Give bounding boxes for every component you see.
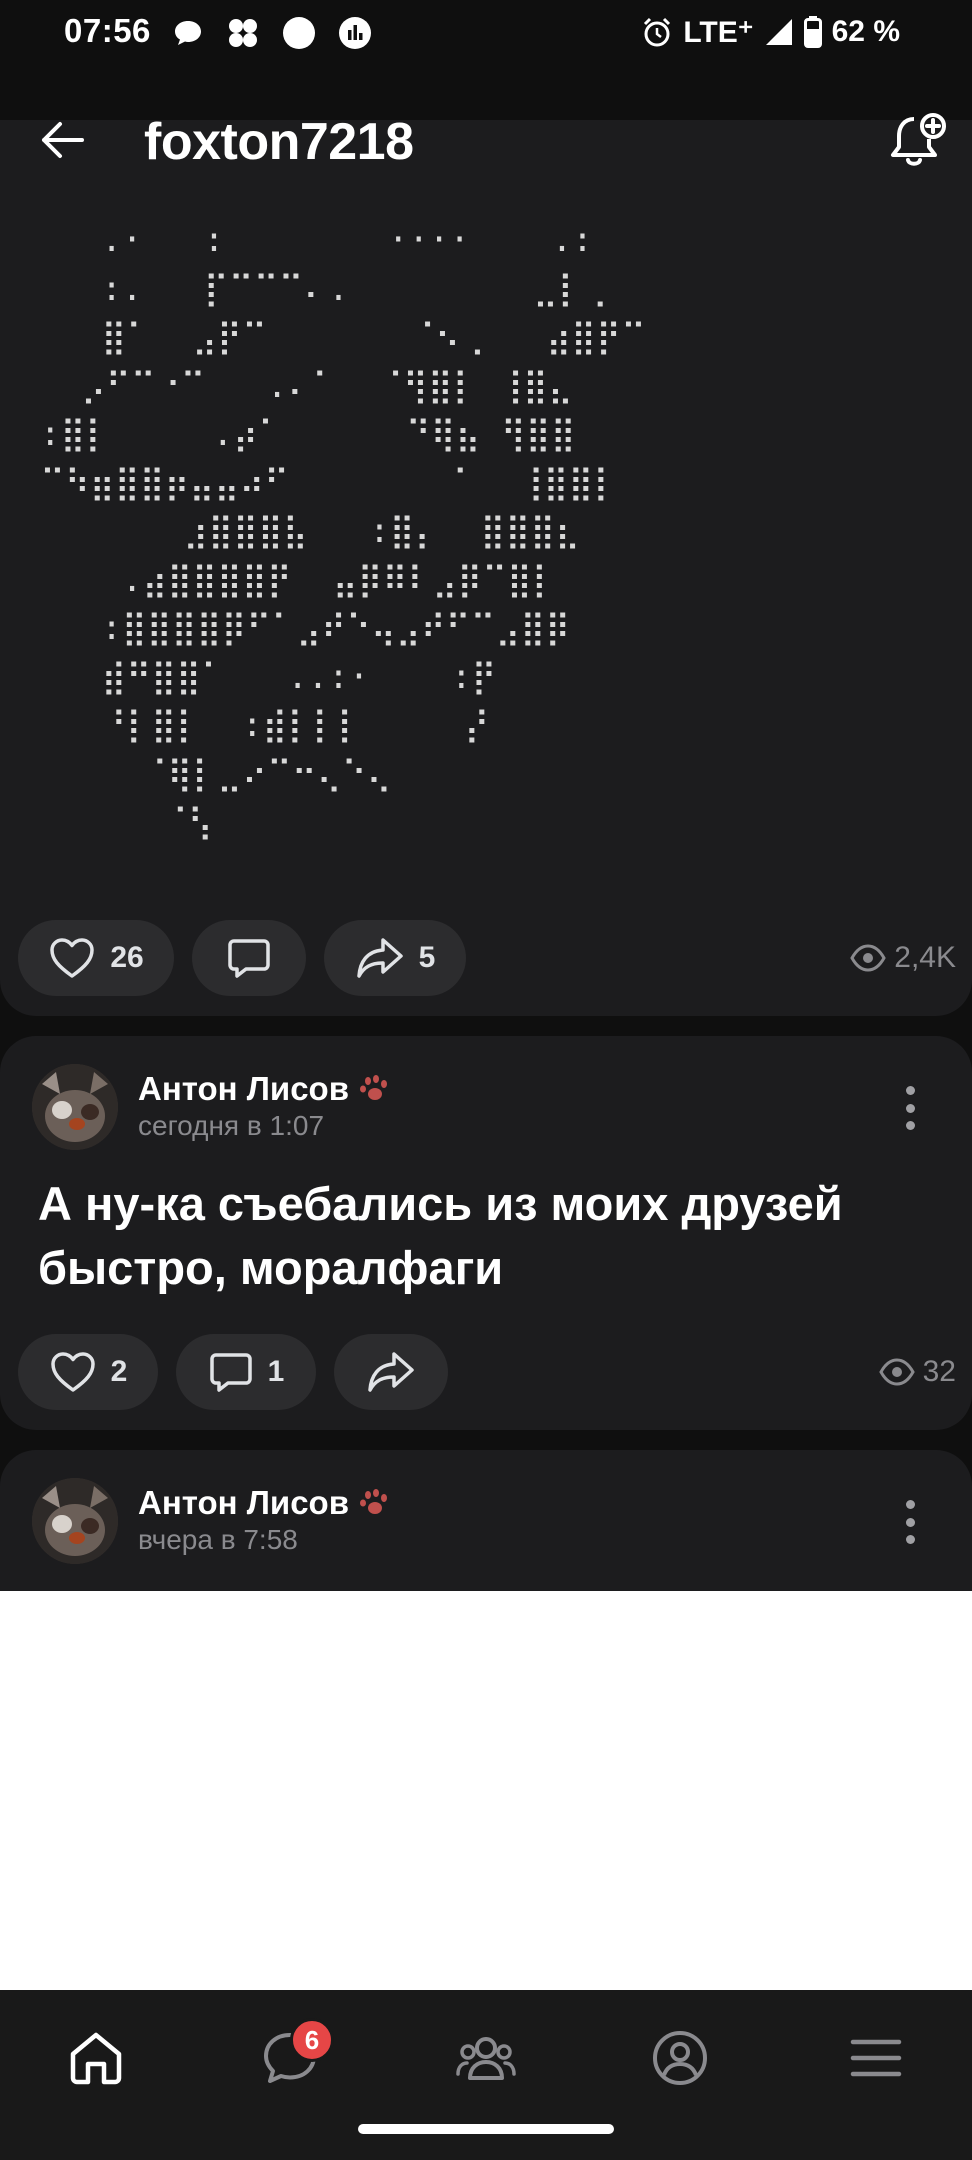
nav-messages[interactable]: 6: [240, 2018, 340, 2098]
comment-icon: [209, 1353, 252, 1392]
stats-notification-icon: [339, 17, 371, 49]
bell-plus-icon: [891, 113, 946, 166]
nav-profile[interactable]: [630, 2018, 730, 2098]
more-options-button[interactable]: [892, 1080, 928, 1136]
author-name-text: Антон Лисов: [138, 1070, 349, 1107]
status-time: 07:56: [64, 12, 151, 49]
post-time: сегодня в 1:07: [138, 1110, 325, 1141]
home-icon: [70, 2032, 122, 2085]
messages-badge: 6: [290, 2018, 334, 2062]
comment-button[interactable]: [192, 920, 306, 996]
signal-icon: [765, 19, 792, 45]
share-icon: [356, 938, 403, 978]
like-count: 2: [110, 1355, 128, 1388]
post-actions: 2 1: [18, 1334, 448, 1410]
post-card: .· : ···· .: :. ⡏⠉⠉⠉⠄. ⣀⡇⢀ ⣿⠁ ⣠⡟⠉ ⠈⠢⢀ ⣴⣿…: [0, 120, 972, 1016]
nav-friends[interactable]: [436, 2018, 536, 2098]
heart-icon: [50, 938, 95, 978]
nav-home[interactable]: [46, 2018, 146, 2098]
post-author: Антон Лисов сегодня в 1:07: [32, 1064, 952, 1154]
avatar-image: [32, 1064, 118, 1150]
comment-count: 1: [267, 1355, 285, 1388]
status-bar: 07:56 LTE⁺ 62 %: [0, 0, 972, 66]
page-title: foxton7218: [144, 113, 414, 171]
author-name-text: Антон Лисов: [138, 1484, 349, 1521]
nav-menu[interactable]: [826, 2018, 926, 2098]
subscribe-notifications-button[interactable]: [880, 106, 956, 176]
post-card: Антон Лисов вчера в 7:58: [0, 1450, 972, 1591]
bottom-navigation: 6: [0, 1990, 972, 2160]
post-author: Антон Лисов вчера в 7:58: [32, 1478, 952, 1568]
network-type: LTE⁺: [683, 15, 754, 49]
comment-button[interactable]: 1: [176, 1334, 316, 1410]
heart-icon: [50, 1352, 95, 1392]
view-count: 32: [922, 1355, 956, 1388]
post-actions: 26 5: [18, 920, 466, 996]
friends-icon: [456, 2037, 516, 2080]
eye-icon: [878, 1358, 915, 1386]
paw-icon: [360, 1489, 387, 1514]
battery-icon: [803, 16, 822, 48]
notification-icons: [172, 16, 372, 50]
share-count: 5: [418, 941, 436, 974]
post-time: вчера в 7:58: [138, 1524, 298, 1555]
view-counter: 32: [878, 1334, 956, 1410]
circle-notification-icon: [283, 17, 315, 49]
paw-icon: [360, 1075, 387, 1100]
view-count: 2,4K: [894, 941, 956, 974]
view-counter: 2,4K: [850, 920, 956, 996]
avatar[interactable]: [32, 1478, 118, 1564]
author-name[interactable]: Антон Лисов: [138, 1484, 391, 1522]
system-icons: LTE⁺ 62 %: [641, 14, 900, 50]
home-indicator[interactable]: [358, 2124, 614, 2134]
comment-icon: [228, 939, 270, 978]
avatar[interactable]: [32, 1064, 118, 1150]
menu-icon: [850, 2039, 902, 2077]
battery-level: 62 %: [831, 15, 900, 48]
alarm-icon: [644, 17, 671, 47]
share-button[interactable]: [334, 1334, 448, 1410]
app-notification-icon: [229, 19, 257, 47]
avatar-image: [32, 1478, 118, 1564]
app-header: foxton7218: [0, 66, 972, 216]
share-button[interactable]: 5: [324, 920, 466, 996]
post-ascii-art: .· : ···· .: :. ⡏⠉⠉⠉⠄. ⣀⡇⢀ ⣿⠁ ⣠⡟⠉ ⠈⠢⢀ ⣴⣿…: [40, 220, 646, 842]
share-icon: [368, 1352, 414, 1392]
chat-notification-icon: [175, 21, 201, 45]
post-text: А ну-ка съебались из моих друзей быстро,…: [38, 1177, 843, 1294]
eye-icon: [850, 944, 886, 972]
author-name[interactable]: Антон Лисов: [138, 1070, 391, 1108]
like-count: 26: [110, 941, 144, 974]
post-card: Антон Лисов сегодня в 1:07 А ну-ка съеба…: [0, 1036, 972, 1430]
like-button[interactable]: 2: [18, 1334, 158, 1410]
profile-icon: [653, 2031, 707, 2085]
like-button[interactable]: 26: [18, 920, 174, 996]
back-arrow-icon: [42, 122, 84, 158]
more-options-button[interactable]: [892, 1494, 928, 1550]
back-button[interactable]: [28, 110, 96, 170]
